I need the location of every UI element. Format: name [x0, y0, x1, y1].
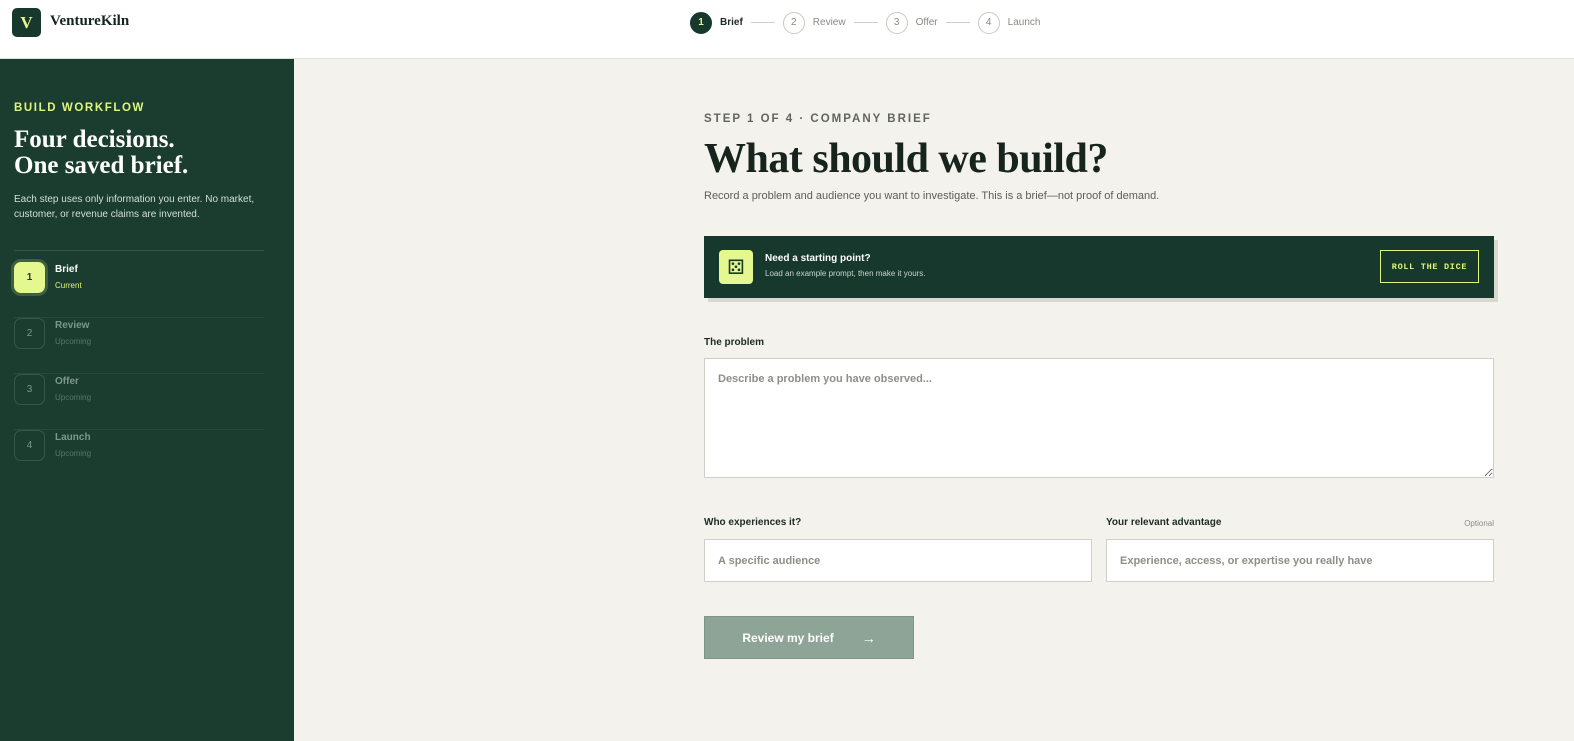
progress-stepper: 1 Brief 2 Review 3 Offer 4 Launch: [690, 11, 1040, 34]
brand-name[interactable]: VentureKiln: [50, 13, 129, 30]
sidebar-description: Each step uses only information you ente…: [14, 194, 255, 220]
sidebar-step-state: Upcoming: [55, 449, 92, 458]
review-button-label: Review my brief: [742, 630, 834, 645]
sidebar-eyebrow: BUILD WORKFLOW: [14, 102, 145, 114]
audience-label: Who experiences it?: [704, 517, 802, 528]
top-bar: V VentureKiln 1 Brief 2 Review 3 Offer 4…: [0, 0, 1574, 59]
stepper-step-4-label[interactable]: Launch: [1008, 17, 1041, 28]
stepper-connector: [945, 22, 970, 23]
stepper-step-3-label[interactable]: Offer: [916, 17, 938, 28]
sidebar-step-launch[interactable]: 4 Launch Upcoming: [14, 430, 264, 486]
stepper-connector: [750, 22, 775, 23]
sidebar-divider: [14, 250, 264, 251]
sidebar-step-review[interactable]: 2 Review Upcoming: [14, 318, 264, 374]
audience-input[interactable]: [704, 539, 1092, 582]
sidebar-step-title: Brief: [55, 264, 78, 275]
problem-textarea[interactable]: [704, 358, 1494, 478]
advantage-input[interactable]: [1106, 539, 1494, 582]
sidebar-step-number: 1: [14, 262, 45, 293]
sidebar-step-title: Offer: [55, 376, 79, 387]
sidebar-step-state: Upcoming: [55, 337, 92, 346]
dice-icon: ⚄: [719, 250, 753, 284]
roll-the-dice-button[interactable]: ROLL THE DICE: [1380, 250, 1479, 283]
stepper-step-4-number[interactable]: 4: [977, 11, 1000, 34]
sidebar-step-number: 2: [14, 318, 45, 349]
stepper-step-2-number[interactable]: 2: [782, 11, 805, 34]
optional-hint: Optional: [1464, 519, 1494, 528]
sidebar-step-title: Launch: [55, 432, 91, 443]
workflow-sidebar: BUILD WORKFLOW Four decisions. One saved…: [0, 59, 294, 741]
sidebar-step-number: 4: [14, 430, 45, 461]
sidebar-heading: Four decisions. One saved brief.: [14, 127, 188, 179]
sidebar-step-state: Upcoming: [55, 393, 92, 402]
page-subtitle: Record a problem and audience you want t…: [704, 190, 1160, 202]
stepper-step-2-label[interactable]: Review: [813, 17, 846, 28]
advantage-label: Your relevant advantage: [1106, 517, 1222, 528]
arrow-right-icon: →: [861, 629, 876, 646]
sidebar-heading-line-2: One saved brief.: [14, 152, 189, 179]
stepper-step-1-label[interactable]: Brief: [720, 17, 743, 28]
stepper-step-3-number[interactable]: 3: [885, 11, 908, 34]
sidebar-heading-line-1: Four decisions.: [14, 126, 175, 153]
sidebar-step-state: Current: [55, 281, 82, 290]
sidebar-step-title: Review: [55, 320, 90, 331]
page-title: What should we build?: [704, 136, 1108, 182]
sidebar-step-offer[interactable]: 3 Offer Upcoming: [14, 374, 264, 430]
stepper-connector: [853, 22, 878, 23]
sidebar-step-number: 3: [14, 374, 45, 405]
starting-point-banner: ⚄ Need a starting point? Load an example…: [704, 236, 1494, 298]
problem-label: The problem: [704, 337, 765, 348]
banner-subtitle: Load an example prompt, then make it you…: [765, 269, 926, 278]
logo-mark[interactable]: V: [12, 8, 41, 37]
review-my-brief-button[interactable]: Review my brief →: [704, 616, 914, 659]
step-eyebrow: STEP 1 OF 4 · COMPANY BRIEF: [704, 113, 932, 125]
sidebar-step-brief[interactable]: 1 Brief Current: [14, 262, 264, 318]
stepper-step-1-number[interactable]: 1: [690, 11, 712, 34]
banner-title: Need a starting point?: [765, 253, 871, 264]
